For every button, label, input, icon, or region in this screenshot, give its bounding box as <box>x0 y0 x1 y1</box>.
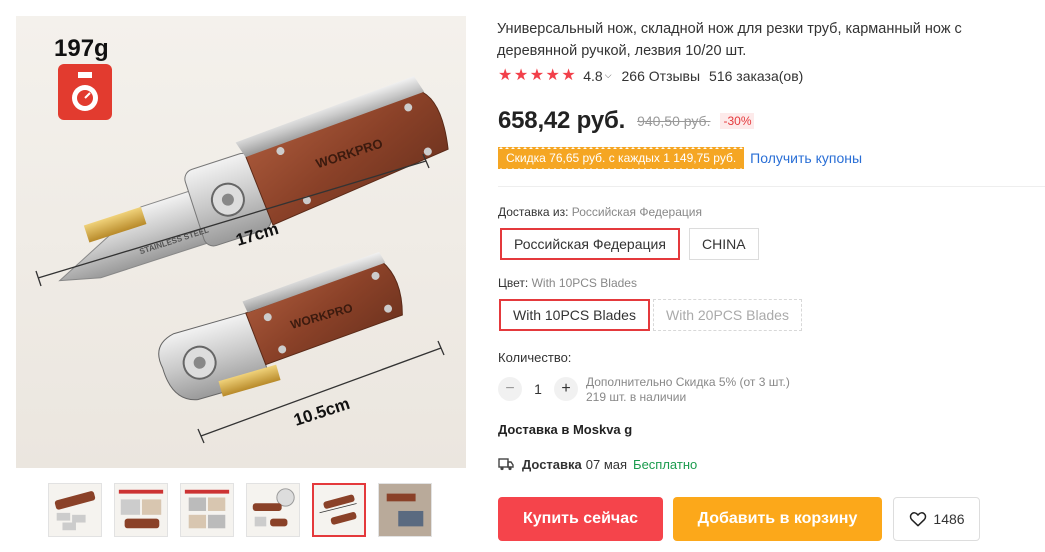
reviews-link[interactable]: 266 Отзывы <box>622 68 701 84</box>
quantity-stepper: − 1 + <box>498 376 578 402</box>
color-label: Цвет: With 10PCS Blades <box>498 276 637 290</box>
plus-icon[interactable]: + <box>554 377 578 401</box>
quantity-value[interactable]: 1 <box>522 381 554 397</box>
rating-stars: ★ ★ ★ ★ ★ <box>498 68 577 84</box>
discount-badge: -30% <box>720 113 755 129</box>
shipping-option-china[interactable]: CHINA <box>689 228 759 260</box>
divider <box>498 186 1045 187</box>
stock-text: 219 шт. в наличии <box>586 390 687 404</box>
thumbnail-6[interactable] <box>378 483 432 537</box>
color-option-10pcs[interactable]: With 10PCS Blades <box>499 299 650 331</box>
quantity-label: Количество: <box>498 350 572 365</box>
color-value: With 10PCS Blades <box>531 276 637 290</box>
extra-discount-text: Дополнительно Скидка 5% (от 3 шт.) <box>586 375 790 389</box>
thumbnail-3[interactable] <box>180 483 234 537</box>
delivery-price: Бесплатно <box>633 456 698 472</box>
thumbnail-strip <box>48 483 438 539</box>
weight-scale-icon <box>58 64 112 120</box>
rating-value[interactable]: 4.8 <box>583 68 602 84</box>
star-icon: ★ <box>498 67 513 84</box>
truck-icon <box>498 458 514 471</box>
thumbnail-1[interactable] <box>48 483 102 537</box>
price-row: 658,42 руб. 940,50 руб. -30% <box>498 106 755 136</box>
shipping-from-value: Российская Федерация <box>571 205 702 219</box>
delivery-row: Доставка 07 мая Бесплатно <box>498 455 697 473</box>
heart-icon <box>910 512 927 527</box>
delivery-label: Доставка <box>522 456 582 472</box>
rating-row: ★ ★ ★ ★ ★ 4.8 ⌵ 266 Отзывы 516 заказа(ов… <box>498 66 803 86</box>
get-coupons-link[interactable]: Получить купоны <box>750 150 862 166</box>
coupon-row: Скидка 76,65 руб. с каждых 1 149,75 руб.… <box>498 146 862 170</box>
delivery-destination[interactable]: Доставка в Moskva g <box>498 422 632 437</box>
closed-knife-illustration: WORKPRO <box>158 251 403 401</box>
star-icon: ★ <box>513 67 529 84</box>
star-icon: ★ <box>545 67 560 84</box>
chevron-down-icon[interactable]: ⌵ <box>605 70 612 81</box>
quantity-info: Дополнительно Скидка 5% (от 3 шт.) 219 ш… <box>586 375 790 405</box>
delivery-date: 07 мая <box>585 456 628 472</box>
weight-badge: 197g <box>54 35 112 120</box>
star-icon: ★ <box>529 67 545 84</box>
shipping-from-caption: Доставка из: <box>498 205 569 219</box>
minus-icon[interactable]: − <box>498 377 522 401</box>
buy-now-button[interactable]: Купить сейчас <box>498 497 663 541</box>
orders-count: 516 заказа(ов) <box>709 68 804 84</box>
shipping-option-russia[interactable]: Российская Федерация <box>500 228 680 260</box>
current-price: 658,42 руб. <box>498 107 626 134</box>
add-to-cart-button[interactable]: Добавить в корзину <box>673 497 882 541</box>
weight-label: 197g <box>54 35 109 62</box>
star-icon: ★ <box>561 67 576 84</box>
coupon-tag: Скидка 76,65 руб. с каждых 1 149,75 руб. <box>498 146 745 170</box>
color-caption: Цвет: <box>498 276 529 290</box>
color-option-20pcs[interactable]: With 20PCS Blades <box>653 299 802 331</box>
product-title: Универсальный нож, складной нож для резк… <box>497 21 962 59</box>
old-price: 940,50 руб. <box>637 113 711 129</box>
wishlist-button[interactable]: 1486 <box>893 497 980 541</box>
wishlist-count: 1486 <box>933 511 965 527</box>
main-product-image[interactable]: 197g WORKPRO STAINLESS STEEL 17cm WORKPR… <box>16 16 466 468</box>
shipping-from-label: Доставка из: Российская Федерация <box>498 205 702 219</box>
thumbnail-4[interactable] <box>246 483 300 537</box>
thumbnail-5-active[interactable] <box>312 483 366 537</box>
thumbnail-2[interactable] <box>114 483 168 537</box>
